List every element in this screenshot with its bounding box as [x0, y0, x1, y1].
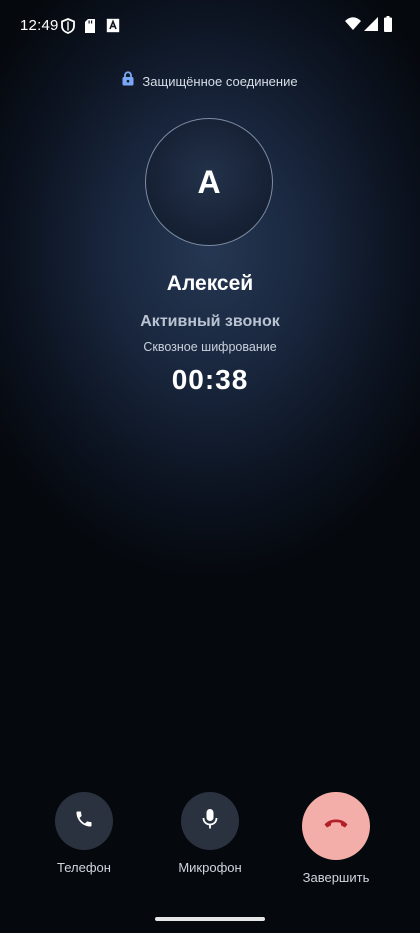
status-bar: 12:49: [0, 0, 420, 54]
navigation-handle[interactable]: [155, 917, 265, 921]
microphone-button[interactable]: [181, 792, 239, 850]
encryption-status: Сквозное шифрование: [143, 340, 277, 354]
microphone-control: Микрофон: [165, 792, 255, 875]
phone-label: Телефон: [57, 860, 111, 875]
avatar-initial: А: [197, 163, 221, 200]
a-box-icon: [106, 18, 120, 38]
end-call-control: Завершить: [291, 792, 381, 885]
hang-up-icon: [323, 817, 349, 835]
lock-icon: [122, 71, 134, 91]
battery-icon: [384, 16, 392, 37]
call-screen: 12:49 Защищённое соединение А Алексей Ак…: [0, 0, 420, 933]
shield-icon: [61, 18, 75, 39]
call-status: Активный звонок: [140, 313, 280, 330]
microphone-label: Микрофон: [178, 860, 242, 875]
microphone-icon: [201, 808, 219, 835]
end-call-button[interactable]: [302, 792, 370, 860]
end-call-label: Завершить: [302, 870, 370, 885]
phone-icon: [74, 809, 94, 834]
phone-control: Телефон: [44, 792, 124, 875]
avatar: А: [145, 118, 273, 246]
sd-card-icon: [84, 18, 96, 39]
status-time: 12:49: [20, 17, 59, 34]
signal-icon: [364, 17, 378, 36]
call-timer: 00:38: [171, 364, 249, 395]
contact-name: Алексей: [166, 272, 254, 295]
phone-button[interactable]: [55, 792, 113, 850]
wifi-icon: [345, 17, 361, 36]
secure-connection-text: Защищённое соединение: [142, 73, 298, 89]
secure-connection: Защищённое соединение: [0, 71, 420, 91]
